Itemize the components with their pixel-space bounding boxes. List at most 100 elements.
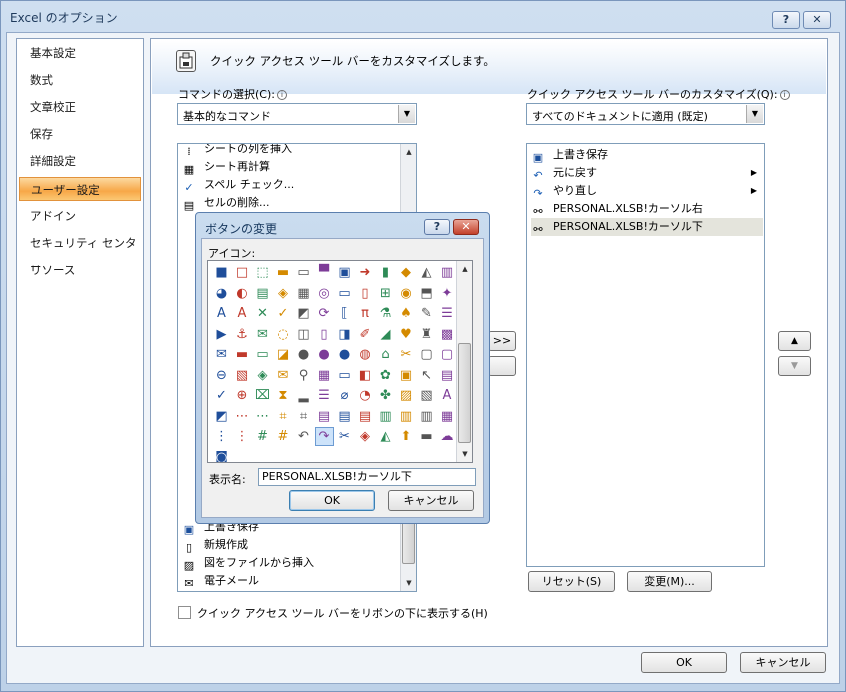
icon-choice[interactable]: ◩ bbox=[212, 407, 231, 426]
icon-choice[interactable]: ✦ bbox=[438, 284, 457, 303]
icon-choice[interactable]: # bbox=[274, 427, 293, 446]
icon-choice[interactable]: π bbox=[356, 304, 375, 323]
icon-choice[interactable]: ▤ bbox=[356, 407, 375, 426]
list-item[interactable]: ✉ 電子メール bbox=[182, 572, 259, 590]
icon-choice[interactable]: ◧ bbox=[356, 366, 375, 385]
sidebar-item-advanced[interactable]: 詳細設定 bbox=[19, 149, 141, 173]
icon-choice[interactable]: ✂ bbox=[335, 427, 354, 446]
icon-choice[interactable]: ⌧ bbox=[253, 386, 272, 405]
modal-close-button[interactable]: ✕ bbox=[453, 219, 479, 235]
icon-choice[interactable]: ● bbox=[294, 345, 313, 364]
icon-choice[interactable]: ◪ bbox=[274, 345, 293, 364]
icon-choice[interactable]: ✉ bbox=[212, 345, 231, 364]
sidebar-item-proofing[interactable]: 文章校正 bbox=[19, 95, 141, 119]
icon-choice[interactable]: ▦ bbox=[315, 366, 334, 385]
icon-choice[interactable]: ◢ bbox=[376, 325, 395, 344]
icon-choice[interactable]: ⬚ bbox=[253, 263, 272, 282]
icon-choice[interactable]: □ bbox=[233, 263, 252, 282]
move-up-button[interactable]: ▲ bbox=[778, 331, 811, 351]
sidebar-item-trust-center[interactable]: セキュリティ センター bbox=[19, 231, 141, 274]
icon-choice[interactable]: ⬒ bbox=[417, 284, 436, 303]
icon-choice[interactable]: ⌀ bbox=[335, 386, 354, 405]
icon-choice[interactable]: ◈ bbox=[274, 284, 293, 303]
icon-choice[interactable]: ▂ bbox=[294, 386, 313, 405]
icon-choice[interactable]: ✿ bbox=[376, 366, 395, 385]
icon-choice[interactable]: ● bbox=[335, 345, 354, 364]
icon-choice[interactable]: ♥ bbox=[397, 325, 416, 344]
modal-cancel-button[interactable]: キャンセル bbox=[388, 490, 474, 511]
icon-choice[interactable]: ↷ bbox=[314, 427, 334, 446]
icon-choice[interactable]: ✉ bbox=[253, 325, 272, 344]
list-item[interactable]: ▯ 新規作成 bbox=[182, 536, 248, 554]
icon-choice[interactable]: ✕ bbox=[253, 304, 272, 323]
icon-choice[interactable]: ✎ bbox=[417, 304, 436, 323]
icon-choice[interactable]: ▬ bbox=[417, 427, 436, 446]
icon-choice[interactable]: ♠ bbox=[397, 304, 416, 323]
commands-combo[interactable]: 基本的なコマンド ▼ bbox=[177, 103, 417, 125]
list-item[interactable]: ▤ セルの削除... bbox=[182, 194, 270, 212]
icon-choice[interactable]: ● bbox=[315, 345, 334, 364]
icon-choice[interactable]: ▣ bbox=[397, 366, 416, 385]
icon-choice[interactable]: ⋯ bbox=[253, 407, 272, 426]
icon-choice[interactable]: ◨ bbox=[335, 325, 354, 344]
icon-choice[interactable]: ⋮ bbox=[212, 427, 231, 446]
icon-choice[interactable]: ⧗ bbox=[274, 386, 293, 405]
icon-choice[interactable]: ▤ bbox=[253, 284, 272, 303]
icon-choice[interactable]: ◍ bbox=[356, 345, 375, 364]
qat-item[interactable]: ↷ やり直し ▶ bbox=[531, 182, 763, 200]
sidebar-item-save[interactable]: 保存 bbox=[19, 122, 141, 146]
icon-choice[interactable]: ↶ bbox=[294, 427, 313, 446]
icon-choice[interactable]: ✐ bbox=[356, 325, 375, 344]
modal-help-button[interactable]: ? bbox=[424, 219, 450, 235]
icon-choice[interactable]: ▯ bbox=[315, 325, 334, 344]
qat-item[interactable]: ↶ 元に戻す ▶ bbox=[531, 164, 763, 182]
list-item[interactable]: ▦ シート再計算 bbox=[182, 158, 270, 176]
icon-choice[interactable]: ▤ bbox=[335, 407, 354, 426]
icon-choice[interactable]: ▭ bbox=[335, 284, 354, 303]
icon-choice[interactable]: ▬ bbox=[274, 263, 293, 282]
icon-choice[interactable]: ☰ bbox=[438, 304, 457, 323]
sidebar-item-formulas[interactable]: 数式 bbox=[19, 68, 141, 92]
move-down-button[interactable]: ▼ bbox=[778, 356, 811, 376]
icon-choice[interactable]: ⬆ bbox=[397, 427, 416, 446]
icon-choice[interactable]: ⚲ bbox=[294, 366, 313, 385]
scroll-down-icon[interactable]: ▼ bbox=[457, 446, 473, 462]
icon-choice[interactable]: ⟳ bbox=[315, 304, 334, 323]
add-button[interactable]: >> bbox=[488, 331, 516, 351]
ribbon-below-checkbox[interactable] bbox=[178, 606, 191, 619]
scroll-down-icon[interactable]: ▼ bbox=[401, 575, 416, 591]
chevron-down-icon[interactable]: ▼ bbox=[746, 105, 763, 123]
list-item[interactable]: ▨ 図をファイルから挿入 bbox=[182, 554, 314, 572]
icon-choice[interactable]: ◙ bbox=[212, 448, 231, 463]
icon-choice[interactable]: ◈ bbox=[356, 427, 375, 446]
icon-choice[interactable]: ▶ bbox=[212, 325, 231, 344]
reset-button[interactable]: リセット(S) bbox=[528, 571, 615, 592]
icon-choice[interactable]: ◉ bbox=[397, 284, 416, 303]
icon-choice[interactable]: A bbox=[212, 304, 231, 323]
icon-choice[interactable]: ◎ bbox=[315, 284, 334, 303]
icon-choice[interactable]: ■ bbox=[212, 263, 231, 282]
qat-item[interactable]: ▣ 上書き保存 bbox=[531, 146, 763, 164]
icon-choice[interactable]: ▥ bbox=[417, 407, 436, 426]
sidebar-item-basic[interactable]: 基本設定 bbox=[19, 41, 141, 65]
list-item[interactable]: ✓ スペル チェック... bbox=[182, 176, 294, 194]
qat-combo[interactable]: すべてのドキュメントに適用 (既定) ▼ bbox=[526, 103, 765, 125]
icon-choice[interactable]: ▬ bbox=[233, 345, 252, 364]
icon-choice[interactable]: ◭ bbox=[376, 427, 395, 446]
icon-choice[interactable]: ☁ bbox=[438, 427, 457, 446]
icon-choice[interactable]: ⚓ bbox=[233, 325, 252, 344]
close-button[interactable]: ✕ bbox=[803, 11, 831, 29]
scroll-up-icon[interactable]: ▲ bbox=[457, 261, 473, 277]
icon-choice[interactable]: ⊖ bbox=[212, 366, 231, 385]
icon-choice[interactable]: ✤ bbox=[376, 386, 395, 405]
icon-choice[interactable]: ✉ bbox=[274, 366, 293, 385]
icon-choice[interactable]: ◔ bbox=[356, 386, 375, 405]
icon-choice[interactable]: ⌂ bbox=[376, 345, 395, 364]
icon-choice[interactable]: ▣ bbox=[335, 263, 354, 282]
icon-grid[interactable]: ■ □ ⬚ ▬ ▭ ▀ ▣ ➜ ▮ ◆ ◭ ▥ ◕ ◐ ▤ ◈ ▦ ◎ ▭ ▯ ⊞ ◉ ⬒ ✦ A A ✕ ✓ ◩ ⟳ ⟦ π ⚗ ♠ ✎ ☰ ▶ ⚓ ✉ ◌… bbox=[207, 260, 473, 463]
icon-choice[interactable]: A bbox=[233, 304, 252, 323]
icon-choice[interactable]: ◐ bbox=[233, 284, 252, 303]
icon-choice[interactable]: ◈ bbox=[253, 366, 272, 385]
icon-choice[interactable]: ▥ bbox=[376, 407, 395, 426]
icon-choice[interactable]: ◌ bbox=[274, 325, 293, 344]
